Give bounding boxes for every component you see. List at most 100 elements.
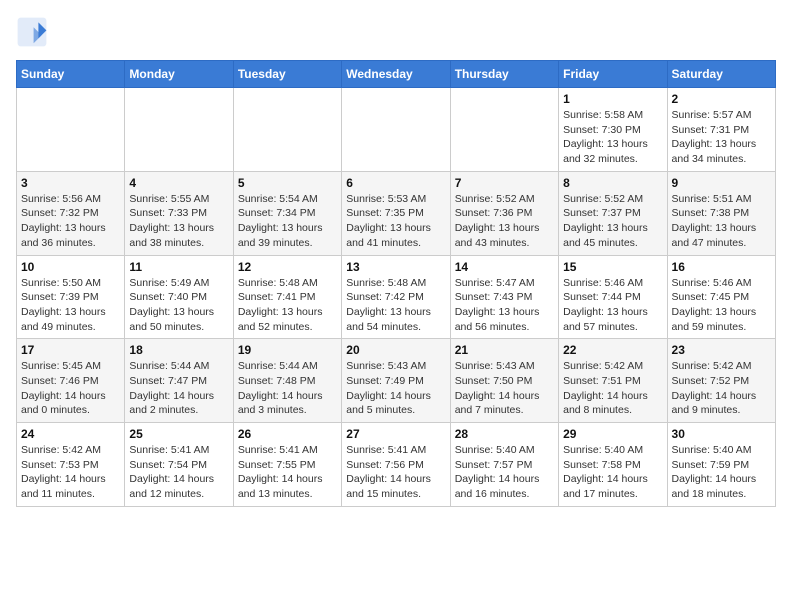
calendar-table: SundayMondayTuesdayWednesdayThursdayFrid… [16, 60, 776, 507]
calendar-cell: 16Sunrise: 5:46 AMSunset: 7:45 PMDayligh… [667, 255, 775, 339]
calendar-cell: 21 Sunrise: 5:43 AMSunset: 7:50 PMDayligh… [450, 339, 558, 423]
calendar-cell: 30 Sunrise: 5:40 AMSunset: 7:59 PMDayligh… [667, 423, 775, 507]
calendar-header-wednesday: Wednesday [342, 61, 450, 88]
calendar-cell: 12 Sunrise: 5:48 AMSunset: 7:41 PMDayligh… [233, 255, 341, 339]
calendar-header-saturday: Saturday [667, 61, 775, 88]
day-number: 30 [672, 427, 771, 441]
day-info: Sunrise: 5:41 AMSunset: 7:54 PMDaylight:… [129, 443, 228, 502]
day-number: 28 [455, 427, 554, 441]
calendar-header-row: SundayMondayTuesdayWednesdayThursdayFrid… [17, 61, 776, 88]
day-info: Sunrise: 5:50 AMSunset: 7:39 PMDaylight:… [21, 276, 120, 335]
calendar-cell: 28 Sunrise: 5:40 AMSunset: 7:57 PMDayligh… [450, 423, 558, 507]
calendar-cell: 8Sunrise: 5:52 AMSunset: 7:37 PMDaylight… [559, 171, 667, 255]
day-number: 22 [563, 343, 662, 357]
calendar-cell: 24 Sunrise: 5:42 AMSunset: 7:53 PMDayligh… [17, 423, 125, 507]
calendar-cell: 4 Sunrise: 5:55 AMSunset: 7:33 PMDaylight… [125, 171, 233, 255]
day-number: 21 [455, 343, 554, 357]
day-info: Sunrise: 5:55 AMSunset: 7:33 PMDaylight:… [129, 192, 228, 251]
day-info: Sunrise: 5:52 AMSunset: 7:37 PMDaylight:… [563, 192, 662, 251]
calendar-header-tuesday: Tuesday [233, 61, 341, 88]
day-info: Sunrise: 5:52 AMSunset: 7:36 PMDaylight:… [455, 192, 554, 251]
day-number: 24 [21, 427, 120, 441]
calendar-cell: 27 Sunrise: 5:41 AMSunset: 7:56 PMDayligh… [342, 423, 450, 507]
calendar-cell: 19 Sunrise: 5:44 AMSunset: 7:48 PMDayligh… [233, 339, 341, 423]
calendar-cell [342, 88, 450, 172]
day-info: Sunrise: 5:46 AMSunset: 7:44 PMDaylight:… [563, 276, 662, 335]
calendar-cell: 25 Sunrise: 5:41 AMSunset: 7:54 PMDayligh… [125, 423, 233, 507]
calendar-cell: 11 Sunrise: 5:49 AMSunset: 7:40 PMDayligh… [125, 255, 233, 339]
calendar-header-thursday: Thursday [450, 61, 558, 88]
day-number: 23 [672, 343, 771, 357]
day-info: Sunrise: 5:40 AMSunset: 7:58 PMDaylight:… [563, 443, 662, 502]
calendar-cell: 26 Sunrise: 5:41 AMSunset: 7:55 PMDayligh… [233, 423, 341, 507]
calendar-cell: 9Sunrise: 5:51 AMSunset: 7:38 PMDaylight… [667, 171, 775, 255]
day-number: 6 [346, 176, 445, 190]
day-number: 5 [238, 176, 337, 190]
day-number: 17 [21, 343, 120, 357]
day-number: 2 [672, 92, 771, 106]
calendar-cell: 13 Sunrise: 5:48 AMSunset: 7:42 PMDayligh… [342, 255, 450, 339]
calendar-cell: 2Sunrise: 5:57 AMSunset: 7:31 PMDaylight… [667, 88, 775, 172]
calendar-week-1: 1 Sunrise: 5:58 AMSunset: 7:30 PMDaylight… [17, 88, 776, 172]
day-info: Sunrise: 5:42 AMSunset: 7:53 PMDaylight:… [21, 443, 120, 502]
day-info: Sunrise: 5:43 AMSunset: 7:50 PMDaylight:… [455, 359, 554, 418]
day-number: 3 [21, 176, 120, 190]
day-info: Sunrise: 5:48 AMSunset: 7:42 PMDaylight:… [346, 276, 445, 335]
day-info: Sunrise: 5:54 AMSunset: 7:34 PMDaylight:… [238, 192, 337, 251]
day-number: 25 [129, 427, 228, 441]
day-number: 9 [672, 176, 771, 190]
day-number: 7 [455, 176, 554, 190]
day-number: 10 [21, 260, 120, 274]
day-number: 26 [238, 427, 337, 441]
calendar-cell [125, 88, 233, 172]
day-info: Sunrise: 5:40 AMSunset: 7:57 PMDaylight:… [455, 443, 554, 502]
calendar-cell [17, 88, 125, 172]
calendar-cell [233, 88, 341, 172]
day-info: Sunrise: 5:58 AMSunset: 7:30 PMDaylight:… [563, 108, 662, 167]
day-number: 16 [672, 260, 771, 274]
day-number: 12 [238, 260, 337, 274]
day-info: Sunrise: 5:41 AMSunset: 7:55 PMDaylight:… [238, 443, 337, 502]
calendar-cell: 3 Sunrise: 5:56 AMSunset: 7:32 PMDaylight… [17, 171, 125, 255]
day-number: 20 [346, 343, 445, 357]
logo [16, 16, 54, 48]
day-info: Sunrise: 5:40 AMSunset: 7:59 PMDaylight:… [672, 443, 771, 502]
calendar-cell: 7 Sunrise: 5:52 AMSunset: 7:36 PMDaylight… [450, 171, 558, 255]
calendar-cell: 5 Sunrise: 5:54 AMSunset: 7:34 PMDaylight… [233, 171, 341, 255]
calendar-header-monday: Monday [125, 61, 233, 88]
day-number: 13 [346, 260, 445, 274]
day-number: 11 [129, 260, 228, 274]
calendar-week-3: 10 Sunrise: 5:50 AMSunset: 7:39 PMDayligh… [17, 255, 776, 339]
day-info: Sunrise: 5:56 AMSunset: 7:32 PMDaylight:… [21, 192, 120, 251]
calendar-cell: 20Sunrise: 5:43 AMSunset: 7:49 PMDayligh… [342, 339, 450, 423]
day-number: 29 [563, 427, 662, 441]
calendar-cell: 18 Sunrise: 5:44 AMSunset: 7:47 PMDayligh… [125, 339, 233, 423]
calendar-cell: 6 Sunrise: 5:53 AMSunset: 7:35 PMDaylight… [342, 171, 450, 255]
calendar-header-friday: Friday [559, 61, 667, 88]
calendar-cell: 29 Sunrise: 5:40 AMSunset: 7:58 PMDayligh… [559, 423, 667, 507]
day-number: 18 [129, 343, 228, 357]
day-info: Sunrise: 5:42 AMSunset: 7:51 PMDaylight:… [563, 359, 662, 418]
calendar-week-2: 3 Sunrise: 5:56 AMSunset: 7:32 PMDaylight… [17, 171, 776, 255]
calendar-header-sunday: Sunday [17, 61, 125, 88]
day-info: Sunrise: 5:42 AMSunset: 7:52 PMDaylight:… [672, 359, 771, 418]
calendar-cell: 1 Sunrise: 5:58 AMSunset: 7:30 PMDaylight… [559, 88, 667, 172]
day-info: Sunrise: 5:49 AMSunset: 7:40 PMDaylight:… [129, 276, 228, 335]
day-number: 19 [238, 343, 337, 357]
day-number: 27 [346, 427, 445, 441]
calendar-cell: 15Sunrise: 5:46 AMSunset: 7:44 PMDayligh… [559, 255, 667, 339]
calendar-cell: 14Sunrise: 5:47 AMSunset: 7:43 PMDayligh… [450, 255, 558, 339]
day-info: Sunrise: 5:44 AMSunset: 7:47 PMDaylight:… [129, 359, 228, 418]
calendar-cell: 10 Sunrise: 5:50 AMSunset: 7:39 PMDayligh… [17, 255, 125, 339]
day-number: 1 [563, 92, 662, 106]
day-number: 4 [129, 176, 228, 190]
day-info: Sunrise: 5:44 AMSunset: 7:48 PMDaylight:… [238, 359, 337, 418]
day-info: Sunrise: 5:48 AMSunset: 7:41 PMDaylight:… [238, 276, 337, 335]
day-info: Sunrise: 5:47 AMSunset: 7:43 PMDaylight:… [455, 276, 554, 335]
page-header [16, 16, 776, 48]
day-info: Sunrise: 5:53 AMSunset: 7:35 PMDaylight:… [346, 192, 445, 251]
calendar-cell: 17Sunrise: 5:45 AMSunset: 7:46 PMDayligh… [17, 339, 125, 423]
calendar-week-4: 17Sunrise: 5:45 AMSunset: 7:46 PMDayligh… [17, 339, 776, 423]
day-info: Sunrise: 5:41 AMSunset: 7:56 PMDaylight:… [346, 443, 445, 502]
calendar-cell: 22 Sunrise: 5:42 AMSunset: 7:51 PMDayligh… [559, 339, 667, 423]
